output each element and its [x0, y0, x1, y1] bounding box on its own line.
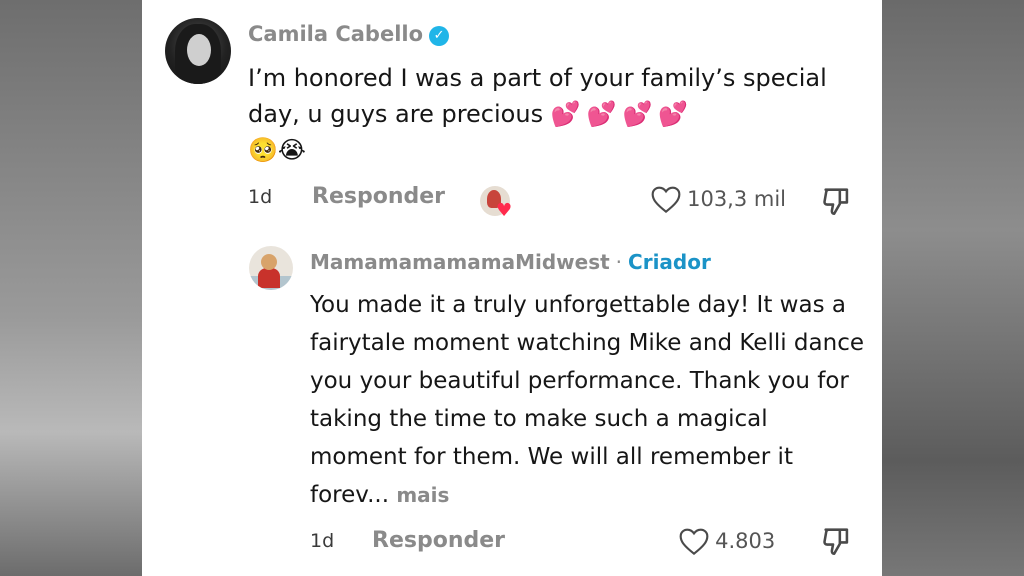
more-link[interactable]: mais — [396, 483, 449, 507]
reply-text: You made it a truly unforgettable day! I… — [310, 292, 864, 508]
heart-outline-icon — [679, 528, 709, 556]
comments-panel: Camila Cabello ✓ I’m honored I was a part… — [142, 0, 882, 576]
avatar[interactable] — [165, 18, 231, 84]
reply-like-count: 4.803 — [715, 529, 776, 553]
background-left — [0, 0, 142, 576]
comment-author[interactable]: Camila Cabello ✓ — [248, 22, 450, 46]
reply-avatar[interactable] — [249, 246, 293, 290]
creator-liked-badge: ♥ — [480, 186, 512, 221]
pleading-crying-face-icon: 🥺😭 — [248, 136, 306, 164]
reply-reply-button[interactable]: Responder — [372, 528, 505, 553]
like-button[interactable]: 103,3 mil — [650, 184, 786, 214]
comment-text: I’m honored I was a part of your family’… — [248, 64, 827, 164]
dislike-icon[interactable] — [820, 524, 854, 558]
verified-check-icon: ✓ — [429, 26, 450, 46]
author-name: Camila Cabello — [248, 22, 424, 46]
reply-button[interactable]: Responder — [312, 184, 445, 209]
heart-outline-icon — [651, 186, 681, 214]
background-right — [882, 0, 1024, 576]
red-heart-icon: ♥ — [496, 200, 513, 221]
reply-author-name: MamamamamamaMidwest — [310, 250, 610, 274]
reply-like-button[interactable]: 4.803 — [678, 526, 775, 556]
reply-author[interactable]: MamamamamamaMidwest · Criador — [310, 250, 711, 274]
separator-dot: · — [615, 250, 623, 274]
two-hearts-icon: 💕💕💕💕 — [550, 100, 695, 128]
dislike-icon[interactable] — [820, 184, 854, 218]
like-count: 103,3 mil — [687, 187, 787, 211]
comment-time: 1d — [248, 186, 273, 208]
creator-badge: Criador — [628, 250, 711, 274]
reply-time: 1d — [310, 530, 335, 552]
